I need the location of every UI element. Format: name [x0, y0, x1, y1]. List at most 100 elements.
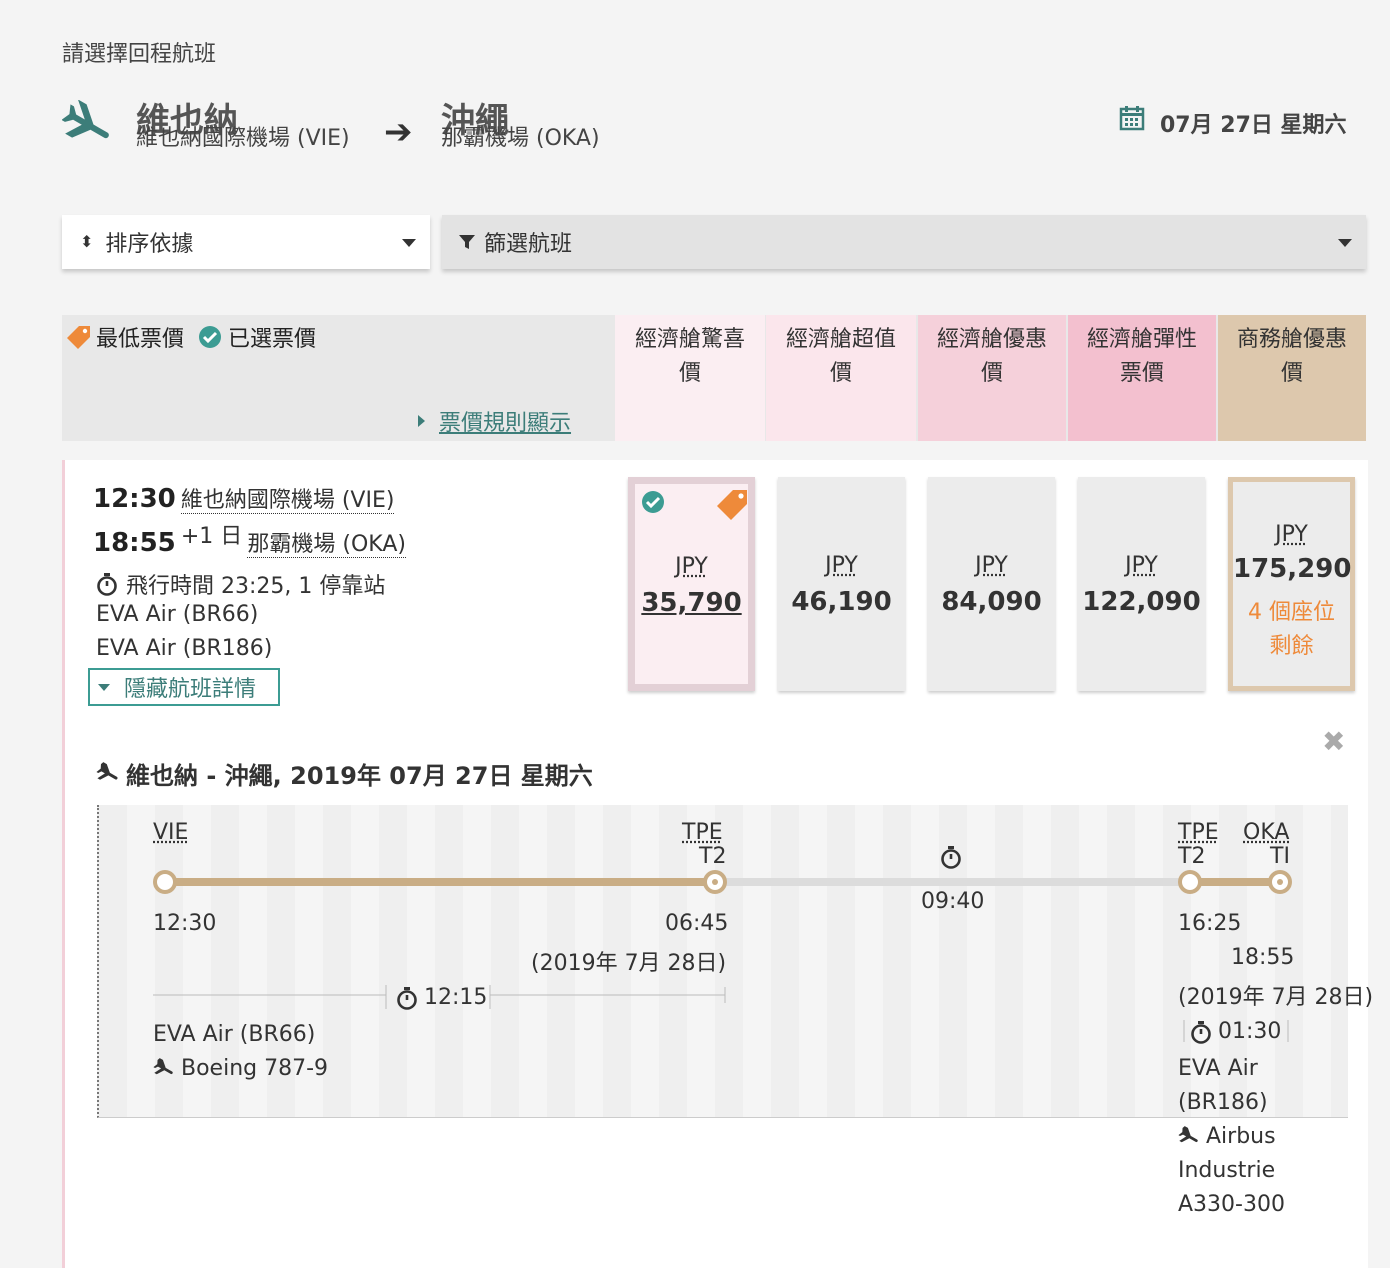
calendar-icon — [1119, 106, 1145, 131]
legend-lowest: 最低票價 — [96, 327, 185, 352]
segment1-duration-value: 12:15 — [424, 985, 488, 1010]
origin-airport: 維也納國際機場 (VIE) — [136, 126, 350, 151]
chevron-down-icon — [1338, 239, 1352, 247]
travel-date: 07月 27日 星期六 — [1160, 113, 1347, 138]
destination-block: 沖繩 那霸機場 (OKA) — [441, 102, 600, 152]
sort-dropdown[interactable]: ⬍ 排序依據 — [62, 215, 430, 269]
fare-column-economy-flex: 經濟艙彈性 票價 — [1068, 315, 1216, 441]
fare-column-label: 經濟艙超值 — [785, 327, 896, 352]
price-amount: 122,090 — [1082, 587, 1201, 617]
arrival-line: 18:55 +1 日 那霸機場 (OKA) — [93, 518, 406, 558]
fare-column-economy-surprise: 經濟艙驚喜 價 — [615, 315, 765, 441]
details-title: 維也納 - 沖繩, 2019年 07月 27日 星期六 — [126, 762, 593, 790]
step-title: 請選擇回程航班 — [62, 42, 217, 67]
departure-time: 12:30 — [93, 484, 176, 514]
hide-details-button[interactable]: 隱藏航班詳情 — [88, 668, 280, 706]
price-amount: 84,090 — [941, 587, 1042, 617]
price-option-economy-surprise[interactable]: JPY 35,790 — [628, 477, 755, 691]
segment1-arrival-date: (2019年 7月 28日) — [531, 951, 727, 976]
airport-code-vie: VIE — [153, 820, 189, 845]
segment2-arrival-time: 18:55 — [1231, 945, 1295, 970]
airport-code-tpe-arrival: TPE — [682, 820, 723, 845]
price-currency: JPY — [975, 553, 1008, 578]
price-amount: 46,190 — [791, 587, 892, 617]
layover-duration: 09:40 — [921, 889, 985, 914]
airport-code-tpe-departure: TPE — [1178, 820, 1219, 845]
stopwatch-icon — [397, 986, 417, 1010]
stopwatch-icon — [941, 846, 961, 869]
plane-takeoff-icon — [96, 761, 118, 780]
caret-down-icon — [98, 683, 110, 691]
flight-duration: 飛行時間 23:25, 1 停靠站 — [126, 574, 386, 599]
price-amount: 35,790 — [641, 588, 742, 618]
seats-left-suffix: 剩餘 — [1269, 634, 1314, 659]
departure-airport: 維也納國際機場 (VIE) — [180, 488, 395, 514]
price-option-economy-flex[interactable]: JPY 122,090 — [1078, 477, 1205, 691]
arrow-right-icon: ➔ — [384, 112, 413, 152]
arrival-airport: 那霸機場 (OKA) — [247, 532, 406, 558]
segment2-aircraft-line3: A330-300 — [1178, 1192, 1285, 1217]
segment1-aircraft-row: Boeing 787-9 — [153, 1056, 328, 1081]
duration-line: 飛行時間 23:25, 1 停靠站 — [96, 568, 385, 600]
fare-column-label: 價 — [1280, 361, 1303, 386]
close-icon[interactable]: ✖ — [1322, 725, 1345, 758]
sort-label: 排序依據 — [105, 232, 194, 257]
segment2-aircraft: Airbus — [1206, 1124, 1276, 1149]
fare-header: 最低票價 已選票價 票價規則顯示 經濟艙驚喜 價 經濟艙超值 價 經濟艙優惠 價… — [62, 315, 1366, 441]
price-option-economy-saver[interactable]: JPY 84,090 — [928, 477, 1055, 691]
segment1-duration: 12:15 — [396, 985, 487, 1010]
terminal-oka: TI — [1270, 844, 1290, 869]
caret-right-icon — [418, 415, 425, 427]
destination-airport: 那霸機場 (OKA) — [441, 126, 600, 151]
price-currency: JPY — [1125, 553, 1158, 578]
plane-icon — [1178, 1125, 1198, 1142]
chevron-down-icon — [402, 239, 416, 247]
fare-column-label: 經濟艙優惠 — [936, 327, 1047, 352]
price-currency: JPY — [1275, 522, 1308, 547]
price-currency: JPY — [825, 553, 858, 578]
check-circle-icon — [642, 491, 664, 513]
price-tag-icon — [67, 326, 90, 349]
segment2-arrival-date: (2019年 7月 28日) — [1178, 985, 1374, 1010]
stopwatch-icon — [97, 573, 117, 596]
plane-icon — [153, 1057, 173, 1074]
fare-column-label: 經濟艙驚喜 — [634, 327, 745, 352]
price-option-economy-value[interactable]: JPY 46,190 — [778, 477, 905, 691]
departure-line: 12:30 維也納國際機場 (VIE) — [93, 482, 395, 514]
fare-column-label: 經濟艙彈性 — [1086, 327, 1197, 352]
price-option-business-saver[interactable]: JPY 175,290 4 個座位 剩餘 — [1228, 477, 1355, 691]
segment2-flight-number: (BR186) — [1178, 1090, 1268, 1115]
segment1-aircraft: Boeing 787-9 — [181, 1056, 329, 1081]
segment1-departure-time: 12:30 — [153, 911, 217, 936]
carrier-1: EVA Air (BR66) — [96, 602, 259, 627]
filter-icon — [459, 235, 475, 249]
terminal-tpe-arrival: T2 — [699, 844, 727, 869]
segment2-duration: 01:30 — [1190, 1019, 1281, 1044]
filter-dropdown[interactable]: 篩選航班 — [442, 215, 1366, 269]
carrier-2: EVA Air (BR186) — [96, 636, 273, 661]
fare-rules-label: 票價規則顯示 — [439, 411, 572, 436]
terminal-tpe-departure: T2 — [1178, 844, 1206, 869]
fare-column-label: 票價 — [1119, 361, 1164, 386]
seats-left: 4 個座位 — [1248, 600, 1335, 625]
fare-column-label: 商務艙優惠 — [1236, 327, 1347, 352]
segment2-duration-value: 01:30 — [1218, 1019, 1282, 1044]
fare-column-label: 價 — [829, 361, 852, 386]
segment2-departure-time: 16:25 — [1178, 911, 1242, 936]
price-currency: JPY — [675, 554, 708, 579]
legend-selected: 已選票價 — [228, 327, 317, 352]
segment1-arrival-time: 06:45 — [665, 911, 729, 936]
fare-column-label: 價 — [678, 361, 701, 386]
legend: 最低票價 已選票價 — [66, 321, 330, 353]
arrival-day-offset: +1 日 — [180, 524, 243, 549]
segment2-carrier: EVA Air — [1178, 1056, 1258, 1081]
details-title-row: 維也納 - 沖繩, 2019年 07月 27日 星期六 — [96, 756, 593, 791]
hide-details-label: 隱藏航班詳情 — [124, 677, 257, 702]
fare-rules-link[interactable]: 票價規則顯示 — [418, 405, 571, 437]
price-tag-icon — [717, 490, 747, 520]
origin-block: 維也納 維也納國際機場 (VIE) — [136, 102, 350, 152]
segment2-aircraft-row: Airbus — [1178, 1124, 1276, 1149]
sort-icon: ⬍ — [80, 232, 94, 251]
fare-column-label: 價 — [980, 361, 1003, 386]
airport-code-oka: OKA — [1243, 820, 1290, 845]
